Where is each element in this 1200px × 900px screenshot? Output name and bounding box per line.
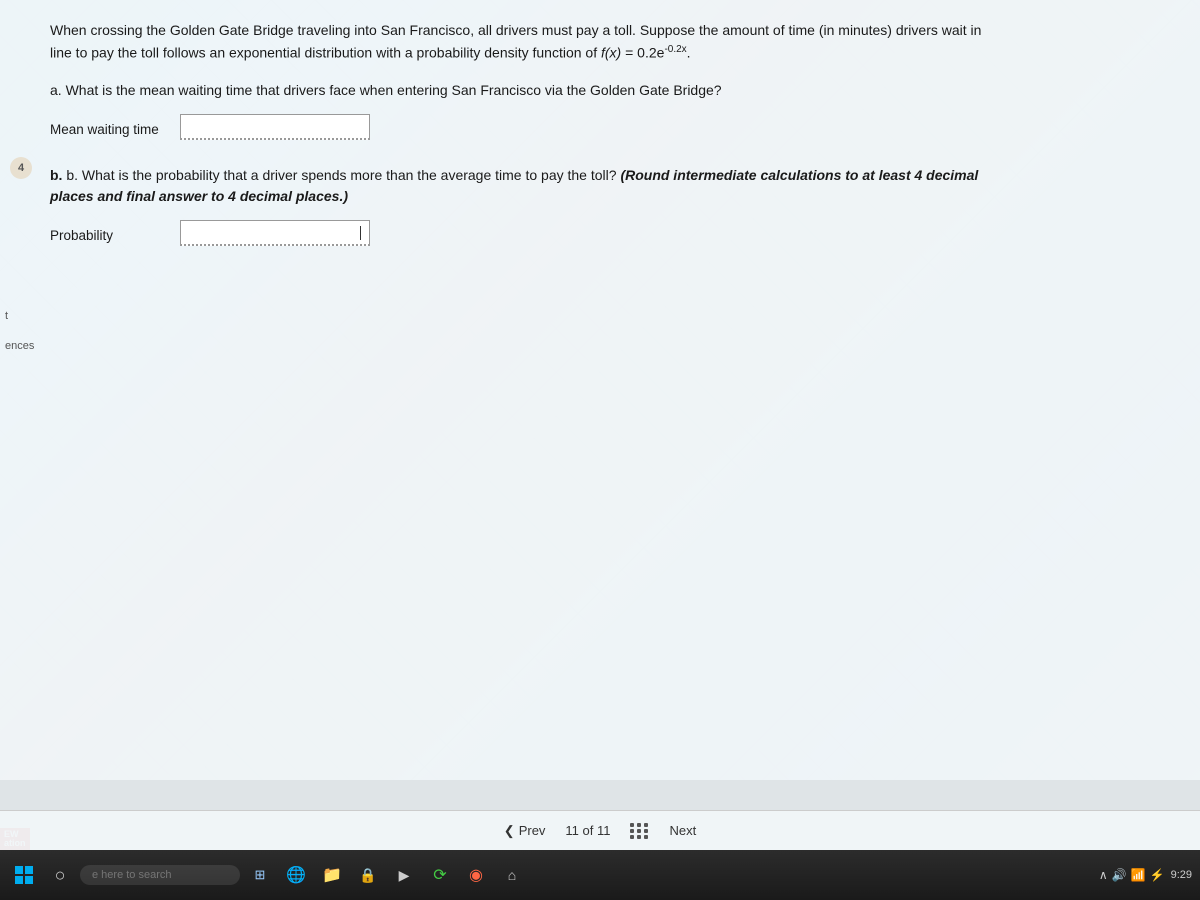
edge-icon[interactable]: 🌐: [280, 859, 312, 891]
text-cursor: [360, 226, 361, 240]
app-icon-3[interactable]: ◉: [460, 859, 492, 891]
probability-label: Probability: [50, 228, 170, 243]
mean-waiting-input-row: Mean waiting time: [50, 114, 1170, 145]
probability-input-wrapper: [180, 220, 370, 251]
lock-icon[interactable]: 🔒: [352, 859, 384, 891]
section-part-a: a. What is the mean waiting time that dr…: [50, 80, 1170, 145]
clock-time: 9:29: [1171, 869, 1192, 881]
pagination-bar: ❮ Prev 11 of 11 Next: [0, 810, 1200, 850]
search-circle-icon[interactable]: ○: [44, 859, 76, 891]
windows-logo-icon: [15, 866, 33, 884]
system-tray: ∧ 🔊 📶 ⚡ 9:29: [1099, 868, 1192, 882]
margin-number-badge: 4: [10, 157, 32, 179]
prev-button[interactable]: ❮ Prev: [504, 823, 546, 839]
system-icons-group: ∧ 🔊 📶 ⚡: [1099, 868, 1165, 882]
section-part-b: b. b. What is the probability that a dri…: [50, 165, 1170, 251]
battery-icon[interactable]: ⚡: [1150, 868, 1165, 882]
left-label-t: t: [5, 310, 8, 322]
mean-waiting-input-box[interactable]: [180, 114, 370, 140]
next-button[interactable]: Next: [669, 823, 696, 838]
page-info: 11 of 11: [565, 823, 610, 838]
probability-input-box[interactable]: [180, 220, 370, 246]
question-b-text: b. b. What is the probability that a dri…: [50, 165, 1000, 208]
app-icon-1[interactable]: ▶: [388, 859, 420, 891]
files-icon[interactable]: 📁: [316, 859, 348, 891]
question-a-text: a. What is the mean waiting time that dr…: [50, 80, 1000, 102]
left-label-ences: ences: [5, 340, 34, 352]
content-panel: 4 t ences When crossing the Golden Gate …: [0, 0, 1200, 850]
taskbar-search-input[interactable]: [80, 865, 240, 885]
start-button[interactable]: [8, 859, 40, 891]
grid-view-icon[interactable]: [630, 823, 649, 839]
taskview-icon[interactable]: ⊞: [244, 859, 276, 891]
app-icon-2[interactable]: ⟳: [424, 859, 456, 891]
volume-icon[interactable]: 📶: [1131, 868, 1146, 882]
probability-input-row: Probability: [50, 220, 1170, 251]
home-icon[interactable]: ⌂: [496, 859, 528, 891]
mean-waiting-label: Mean waiting time: [50, 122, 170, 137]
question-intro-text: When crossing the Golden Gate Bridge tra…: [50, 20, 1000, 64]
taskbar: ○ ⊞ 🌐 📁 🔒 ▶ ⟳ ◉ ⌂ ∧ 🔊 📶 ⚡ 9:29: [0, 850, 1200, 900]
mean-input-wrapper: [180, 114, 370, 145]
chevron-up-icon[interactable]: ∧: [1099, 868, 1108, 882]
wifi-icon[interactable]: 🔊: [1112, 868, 1127, 882]
